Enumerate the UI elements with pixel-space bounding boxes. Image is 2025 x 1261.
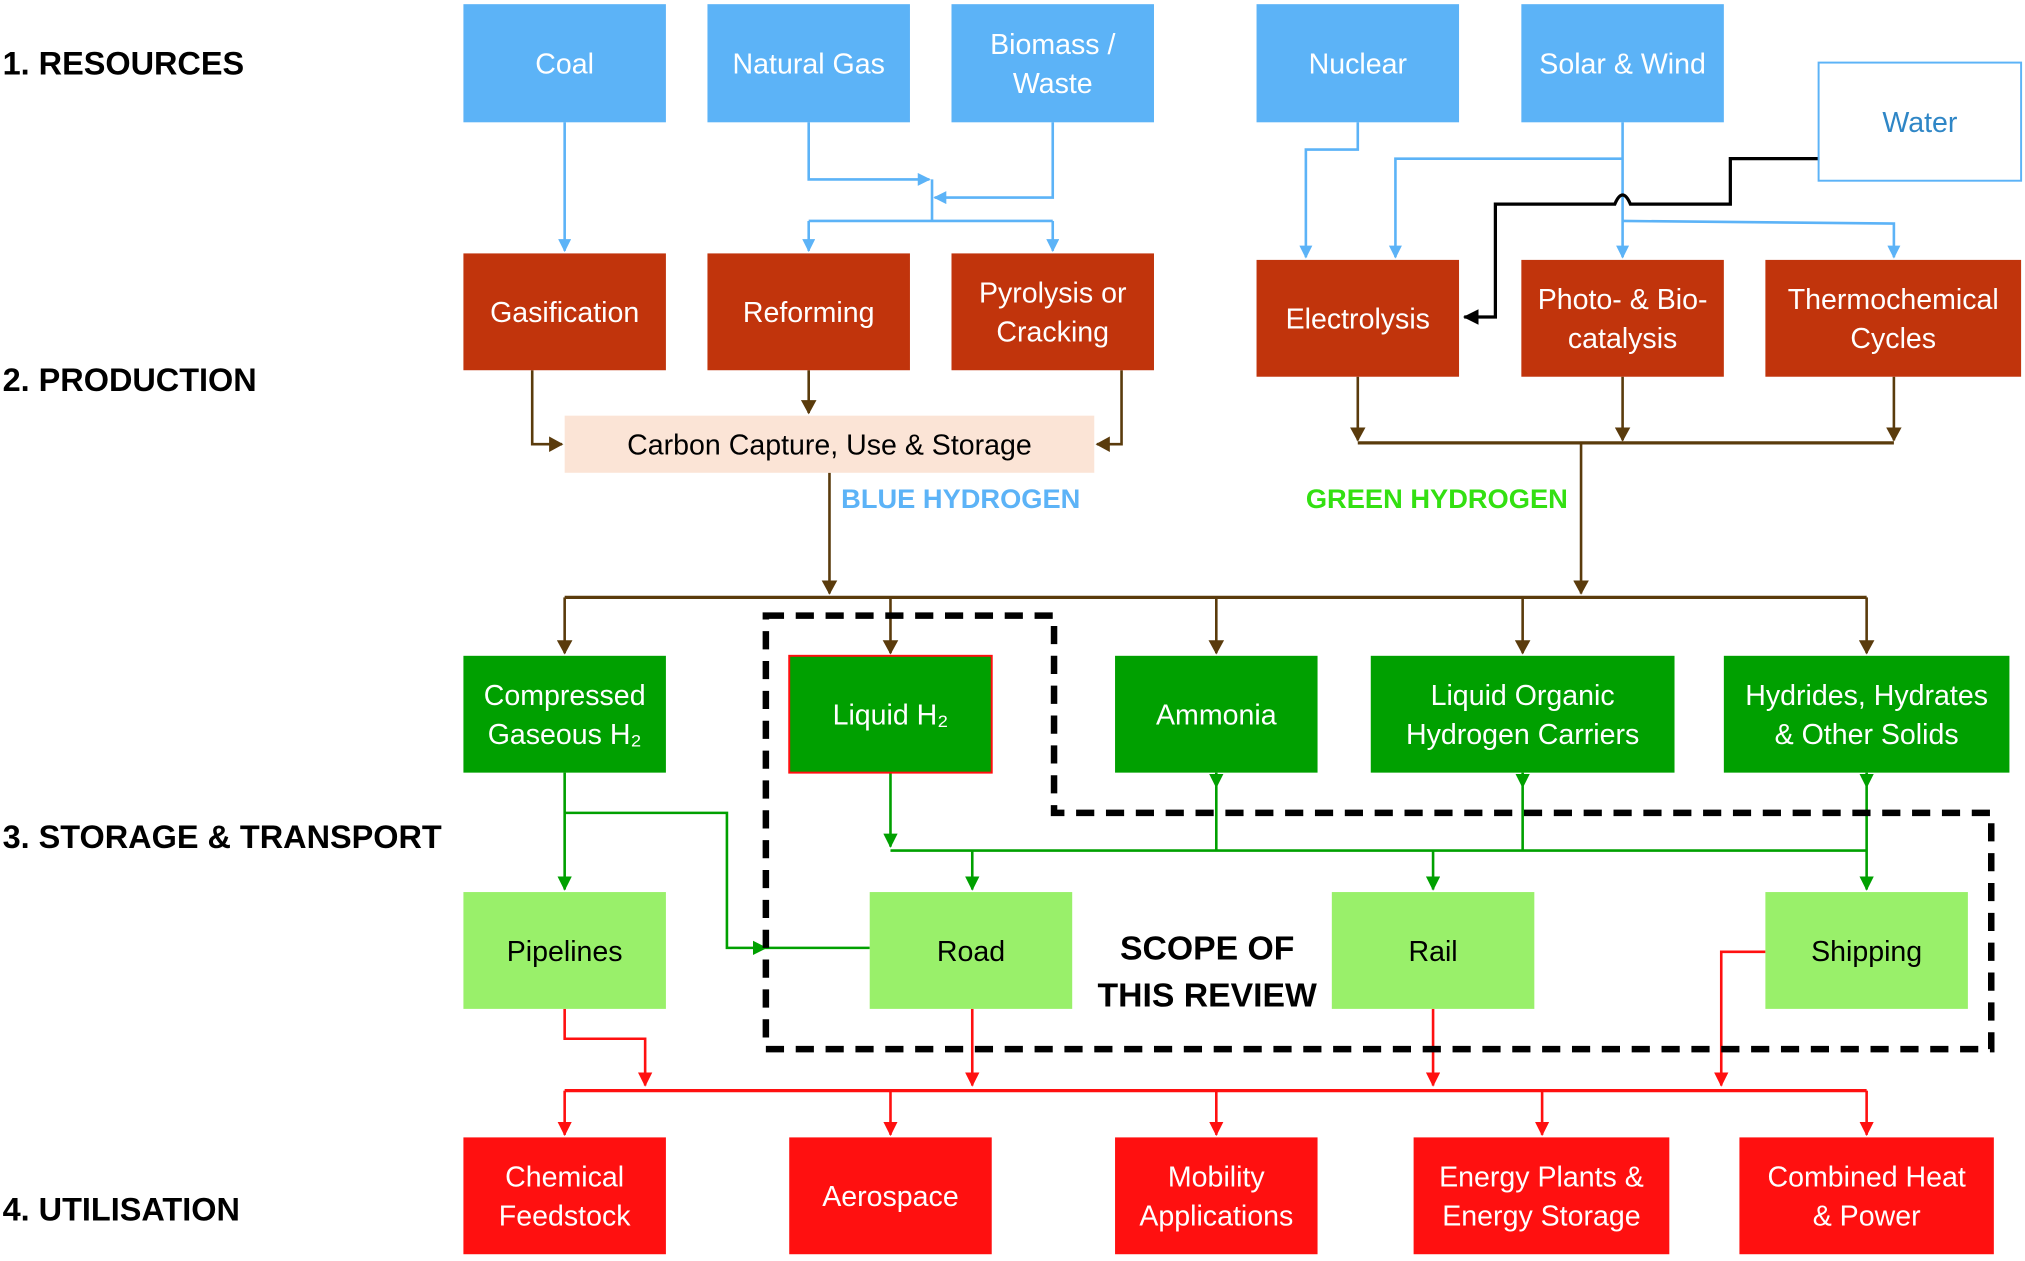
flow-line (1622, 219, 1901, 259)
node-reforming: Reforming (707, 253, 910, 371)
hydrogen-value-chain-diagram: 1. RESOURCES 2. PRODUCTION 3. STORAGE & … (3, 4, 2023, 1255)
node-lohc: Liquid Organic Hydrogen Carriers (1370, 655, 1675, 773)
node-label: Hydrogen Carriers (1406, 719, 1639, 751)
flow-line (808, 179, 1053, 223)
node-label: Electrolysis (1286, 304, 1430, 336)
node-box (463, 655, 666, 773)
node-solar-wind: Solar & Wind (1521, 4, 1724, 123)
flow-line (1714, 950, 1766, 1087)
node-hydrides-hydrates-solids: Hydrides, Hydrates & Other Solids (1723, 655, 2010, 773)
flow-line (1388, 157, 1623, 259)
node-label: Solar & Wind (1539, 49, 1706, 81)
node-box (1739, 1137, 1994, 1255)
node-label: Waste (1013, 68, 1093, 100)
node-thermochemical-cycles: Thermochemical Cycles (1765, 259, 2022, 377)
node-label: Ammonia (1156, 700, 1277, 732)
node-label: Thermochemical (1788, 284, 1999, 316)
node-gasification: Gasification (463, 253, 666, 371)
flow-line (933, 122, 1055, 205)
node-label: Energy Plants & (1439, 1162, 1644, 1194)
node-box (463, 1137, 666, 1255)
node-photo-bio-catalysis: Photo- & Bio-catalysis (1521, 259, 1724, 377)
node-pyrolysis-cracking: Pyrolysis or Cracking (951, 253, 1154, 371)
flow-line (1299, 122, 1360, 259)
node-label: Energy Storage (1442, 1201, 1640, 1233)
node-label: Applications (1139, 1201, 1293, 1233)
node-coal: Coal (463, 4, 666, 123)
node-chemical-feedstock: Chemical Feedstock (463, 1137, 666, 1255)
green-hydrogen-label: GREEN HYDROGEN (1306, 483, 1568, 514)
node-label: & Other Solids (1775, 719, 1959, 751)
node-label: Shipping (1811, 936, 1922, 968)
node-shipping: Shipping (1765, 892, 1968, 1009)
node-label: Biomass / (990, 29, 1115, 61)
stage-resources: 1. RESOURCES (3, 45, 245, 81)
node-label: Gasification (490, 297, 639, 329)
node-label: & Power (1813, 1201, 1921, 1233)
node-biomass-waste: Biomass / Waste (951, 4, 1154, 123)
node-label: Compressed (484, 680, 646, 712)
node-box (1723, 655, 2010, 773)
node-natural-gas: Natural Gas (707, 4, 910, 123)
node-water: Water (1817, 61, 2023, 182)
scope-label-line-1: SCOPE OF (1120, 930, 1294, 968)
node-label: Liquid Organic (1431, 680, 1615, 712)
stage-utilisation: 4. UTILISATION (3, 1191, 240, 1227)
node-label: Pipelines (507, 936, 623, 968)
node-label: Nuclear (1309, 49, 1408, 81)
node-label: Carbon Capture, Use & Storage (627, 430, 1032, 462)
stage-storage-transport: 3. STORAGE & TRANSPORT (3, 819, 442, 855)
stage-labels: 1. RESOURCES 2. PRODUCTION 3. STORAGE & … (3, 45, 442, 1227)
node-label: Natural Gas (733, 49, 885, 81)
node-label: Chemical (505, 1162, 624, 1194)
node-label: Photo- & Bio- (1538, 284, 1708, 316)
node-box (1521, 259, 1724, 377)
node-box (1370, 655, 1675, 773)
node-label: Coal (535, 49, 594, 81)
node-ccus: Carbon Capture, Use & Storage (564, 415, 1095, 473)
stage-production: 2. PRODUCTION (3, 362, 257, 398)
node-box (1115, 1137, 1318, 1255)
node-label: Liquid H₂ (833, 700, 949, 732)
node-label: Reforming (743, 297, 875, 329)
node-label: Feedstock (499, 1201, 631, 1233)
node-label: Water (1882, 107, 1958, 139)
node-box (1413, 1137, 1670, 1255)
node-nuclear: Nuclear (1256, 4, 1460, 123)
node-ammonia: Ammonia (1115, 655, 1318, 773)
node-label: Gaseous H₂ (488, 719, 642, 751)
node-mobility-applications: Mobility Applications (1115, 1137, 1318, 1255)
node-box (951, 4, 1154, 123)
blue-hydrogen-label: BLUE HYDROGEN (841, 483, 1080, 514)
node-box (951, 253, 1154, 371)
node-combined-heat-power: Combined Heat & Power (1739, 1137, 1994, 1255)
node-label: Rail (1408, 936, 1457, 968)
flow-line (807, 122, 931, 186)
node-aerospace: Aerospace (789, 1137, 992, 1255)
node-label: Combined Heat (1767, 1162, 1965, 1194)
node-label: Pyrolysis or (979, 278, 1127, 310)
node-label: catalysis (1568, 323, 1677, 355)
flow-line (1095, 370, 1123, 453)
node-rail: Rail (1331, 892, 1535, 1009)
node-liquid-h2: Liquid H₂ (788, 654, 993, 774)
node-label: Cycles (1850, 323, 1936, 355)
scope-label-line-2: THIS REVIEW (1098, 976, 1318, 1014)
node-label: Cracking (996, 317, 1109, 349)
node-road: Road (869, 892, 1073, 1009)
node-label: Hydrides, Hydrates (1745, 680, 1988, 712)
node-label: Road (937, 936, 1005, 968)
node-box (1765, 259, 2022, 377)
node-label: Mobility (1168, 1162, 1265, 1194)
node-electrolysis: Electrolysis (1256, 259, 1460, 377)
flow-line (563, 1008, 653, 1087)
node-label: Aerospace (822, 1181, 958, 1213)
diagram-nodes: Coal Natural Gas Biomass / Waste Nuclear Sola… (463, 4, 2023, 1255)
node-compressed-gaseous-h2: Compressed Gaseous H₂ (463, 655, 666, 773)
flow-line (530, 370, 564, 453)
node-pipelines: Pipelines (463, 892, 666, 1009)
node-energy-plants-storage: Energy Plants & Energy Storage (1413, 1137, 1670, 1255)
